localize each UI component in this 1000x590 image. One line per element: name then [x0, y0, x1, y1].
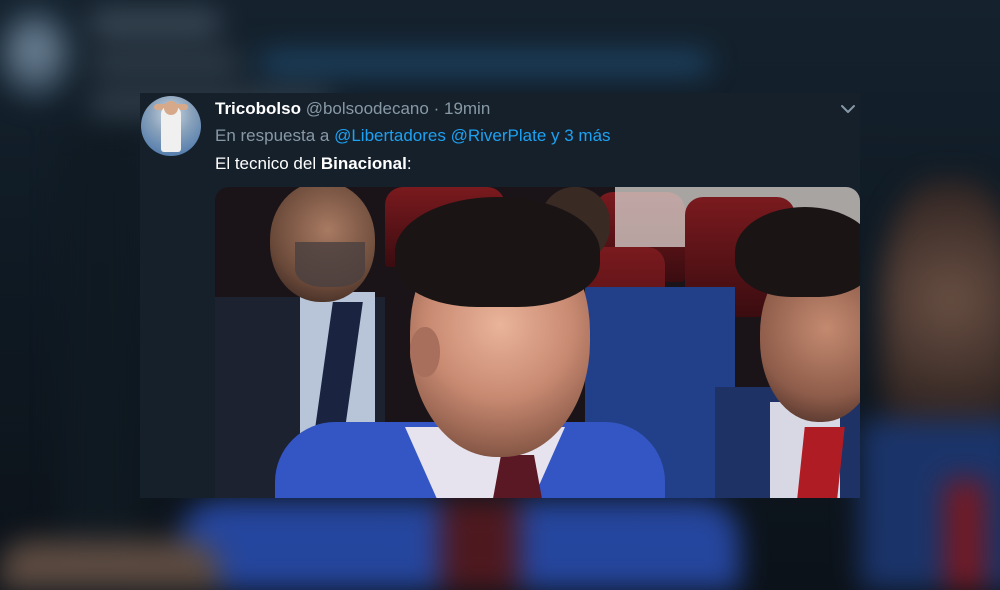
display-name[interactable]: Tricobolso: [215, 99, 301, 118]
tweet-card[interactable]: Tricobolso @bolsoodecano · 19min En resp…: [140, 93, 860, 498]
mention-more[interactable]: y 3 más: [551, 126, 611, 145]
center-man-ear: [410, 327, 440, 377]
avatar-head: [164, 101, 178, 115]
timestamp[interactable]: 19min: [444, 99, 490, 118]
tweet-text-bold: Binacional: [320, 154, 407, 173]
blurred-text: [90, 52, 240, 74]
blurred-avatar: [0, 10, 70, 100]
screenshot-stage: Tricobolso @bolsoodecano · 19min En resp…: [0, 0, 1000, 590]
mention-libertadores[interactable]: @Libertadores: [334, 126, 446, 145]
reply-context: En respuesta a @Libertadores @RiverPlate…: [215, 125, 611, 147]
blurred-panel: [60, 130, 140, 590]
chevron-down-icon[interactable]: [838, 99, 858, 119]
tweet-text-suffix: :: [406, 154, 412, 173]
center-man-hair: [395, 197, 600, 307]
reply-prefix: En respuesta a: [215, 126, 330, 145]
separator-dot: ·: [433, 99, 440, 118]
blurred-mentions: [260, 52, 710, 74]
mention-riverplate[interactable]: @RiverPlate: [451, 126, 547, 145]
user-handle[interactable]: @bolsoodecano: [306, 99, 429, 118]
blurred-name: [90, 12, 220, 34]
blurred-tie: [945, 480, 985, 590]
tweet-header: Tricobolso @bolsoodecano · 19min: [215, 98, 490, 120]
blurred-hand: [0, 540, 220, 590]
avatar[interactable]: [141, 96, 201, 156]
tweet-text: El tecnico del Binacional:: [215, 153, 412, 175]
tweet-text-prefix: El tecnico del: [215, 154, 321, 173]
right-man-tie: [795, 427, 845, 498]
left-man-beard: [295, 242, 365, 287]
blurred-tie: [440, 500, 520, 590]
right-man-hair: [735, 207, 860, 297]
tweet-media-image[interactable]: [215, 187, 860, 498]
